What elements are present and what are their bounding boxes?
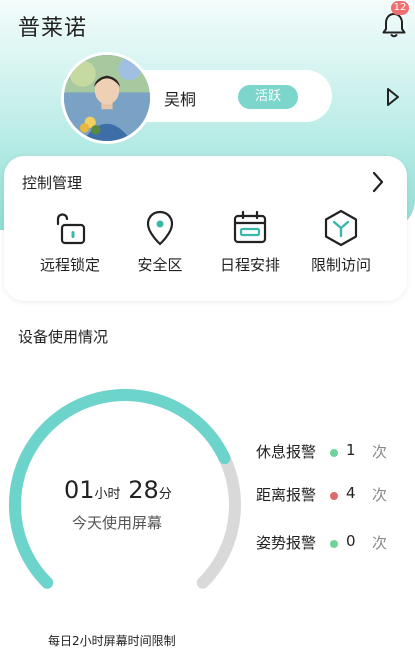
alert-status-dot <box>330 449 338 457</box>
daily-limit-text: 每日2小时屏幕时间限制 <box>48 634 176 648</box>
alert-unit: 次 <box>372 534 388 552</box>
usage-hours: 01 <box>64 476 95 504</box>
alert-unit: 次 <box>372 443 388 461</box>
alert-status-dot <box>330 540 338 548</box>
status-badge: 活跃 <box>238 85 298 109</box>
restrict-access-label: 限制访问 <box>310 256 371 274</box>
usage-gauge <box>9 389 241 589</box>
remote-lock-button[interactable]: 远程锁定 <box>25 208 115 275</box>
safe-zone-button[interactable]: 安全区 <box>115 208 205 275</box>
avatar[interactable] <box>61 52 153 144</box>
safe-zone-label: 安全区 <box>137 256 183 274</box>
user-name: 吴桐 <box>164 90 197 109</box>
usage-minutes: 28 <box>128 476 159 504</box>
usage-section-title: 设备使用情况 <box>18 328 109 346</box>
location-pin-icon <box>146 210 174 246</box>
alert-name: 姿势报警 <box>256 534 317 552</box>
restrict-access-button[interactable]: 限制访问 <box>296 208 386 275</box>
alert-value: 4 <box>346 484 356 502</box>
usage-hours-unit: 小时 <box>94 487 121 502</box>
unlock-icon <box>56 213 86 245</box>
alert-status-dot <box>330 492 338 500</box>
alert-row-posture: 姿势报警 0 次 <box>256 532 406 556</box>
usage-time: 01小时 28分 <box>64 476 194 504</box>
app-title: 普莱诺 <box>18 16 88 41</box>
notification-badge: 12 <box>391 1 409 15</box>
usage-minutes-unit: 分 <box>158 487 172 502</box>
chevron-right-icon[interactable] <box>371 170 385 194</box>
schedule-label: 日程安排 <box>219 256 280 274</box>
alert-unit: 次 <box>372 486 388 504</box>
alert-row-rest: 休息报警 1 次 <box>256 441 406 465</box>
remote-lock-label: 远程锁定 <box>39 256 100 274</box>
alert-value: 1 <box>346 441 356 459</box>
control-title: 控制管理 <box>22 174 83 192</box>
alert-name: 休息报警 <box>256 443 317 461</box>
schedule-button[interactable]: 日程安排 <box>205 208 295 275</box>
alert-row-distance: 距离报警 4 次 <box>256 484 406 508</box>
alert-name: 距离报警 <box>256 486 317 504</box>
calendar-icon <box>233 210 267 244</box>
play-arrow-icon[interactable] <box>385 86 401 108</box>
alert-value: 0 <box>346 532 356 550</box>
restrict-icon <box>324 209 358 247</box>
usage-label: 今天使用屏幕 <box>72 514 163 532</box>
